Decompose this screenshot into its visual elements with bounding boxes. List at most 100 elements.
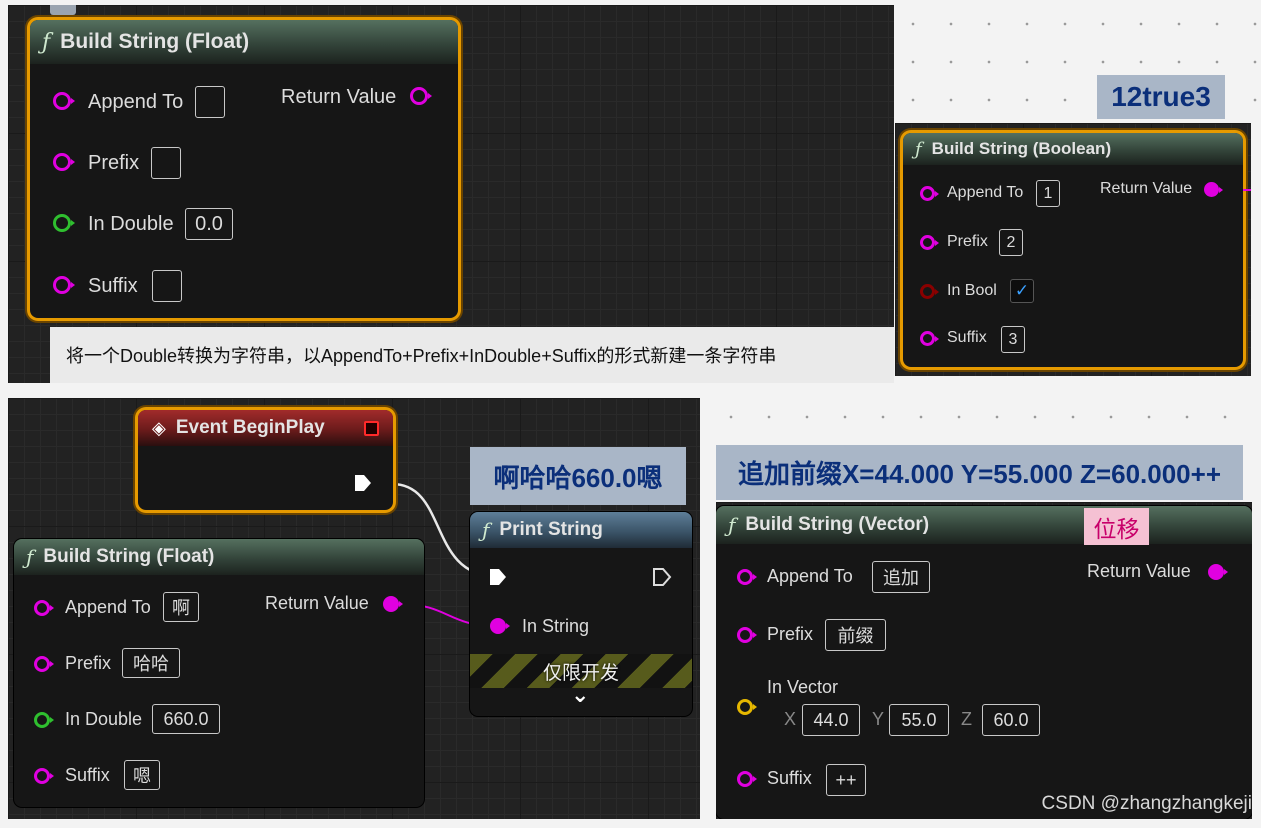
dev-only-text: 仅限开发 (542, 662, 619, 684)
suffix-pin[interactable] (53, 276, 75, 294)
suffix-label: Suffix (947, 329, 987, 346)
in-vector-pin[interactable] (737, 699, 757, 715)
event-title: Event BeginPlay (175, 417, 325, 438)
return-value-label: Return Value (281, 86, 397, 108)
function-icon: ƒ (42, 29, 51, 55)
append-to-field[interactable]: 啊 (163, 592, 199, 622)
dotted-background (712, 398, 1261, 444)
z-label: Z (961, 709, 972, 729)
watermark: CSDN @zhangzhangkeji (1041, 793, 1252, 814)
prefix-label: Prefix (88, 152, 140, 174)
suffix-pin[interactable] (34, 768, 54, 784)
append-to-label: Append To (767, 566, 853, 586)
in-vector-label: In Vector (767, 677, 839, 697)
node-header[interactable]: ◈ Event BeginPlay (138, 410, 393, 446)
vector-x-field[interactable]: 44.0 (802, 704, 860, 736)
expand-chevron-icon[interactable]: ⌄ (571, 682, 589, 708)
prefix-pin[interactable] (737, 627, 757, 643)
return-value-pin[interactable] (383, 596, 403, 612)
node-title: Build String (Float) (43, 546, 215, 567)
prefix-label: Prefix (947, 233, 988, 250)
suffix-field[interactable]: 嗯 (124, 760, 160, 790)
in-string-label: In String (522, 616, 590, 636)
prefix-pin[interactable] (34, 656, 54, 672)
print-string-node[interactable]: ƒ Print String In String 仅限开发 ⌄ (470, 512, 692, 716)
in-double-pin[interactable] (34, 712, 54, 728)
delegate-pin[interactable] (364, 421, 379, 436)
in-double-label: In Double (88, 213, 174, 235)
output-bubble: 12true3 (1097, 75, 1225, 119)
append-to-field[interactable]: 追加 (872, 561, 930, 593)
node-header[interactable]: ƒ Build String (Vector) (716, 506, 1252, 544)
node-header[interactable]: ƒ Build String (Float) (30, 20, 458, 64)
description-caption: 将一个Double转换为字符串，以AppendTo+Prefix+InDoubl… (50, 327, 894, 383)
prefix-pin[interactable] (920, 235, 939, 250)
prefix-field[interactable]: 哈哈 (122, 648, 180, 678)
prefix-pin[interactable] (53, 153, 75, 171)
graph-panel-boolean: ƒ Build String (Boolean) Append To 1 Ret… (895, 123, 1251, 376)
return-value-label: Return Value (1100, 180, 1193, 197)
append-to-label: Append To (65, 597, 151, 617)
in-string-pin[interactable] (490, 618, 510, 634)
build-string-float-node[interactable]: ƒ Build String (Float) Append To Return … (30, 20, 458, 318)
prefix-field[interactable] (151, 147, 181, 179)
append-to-label: Append To (88, 91, 184, 113)
suffix-label: Suffix (88, 275, 138, 297)
return-value-pin[interactable] (1204, 182, 1223, 197)
y-label: Y (872, 709, 885, 729)
exec-out-pin[interactable] (353, 473, 373, 493)
append-to-field[interactable]: 1 (1036, 180, 1060, 207)
prefix-field[interactable]: 2 (999, 229, 1023, 256)
vector-z-field[interactable]: 60.0 (982, 704, 1040, 736)
in-double-pin[interactable] (53, 214, 75, 232)
exec-out-pin[interactable] (652, 567, 672, 587)
in-double-field[interactable]: 660.0 (152, 704, 220, 734)
prefix-label: Prefix (767, 624, 814, 644)
build-string-boolean-node[interactable]: ƒ Build String (Boolean) Append To 1 Ret… (903, 133, 1243, 367)
node-title: Print String (499, 519, 603, 540)
function-icon: ƒ (482, 518, 490, 542)
node-header[interactable]: ƒ Build String (Boolean) (903, 133, 1243, 165)
in-bool-pin[interactable] (920, 284, 939, 299)
event-beginplay-node[interactable]: ◈ Event BeginPlay (138, 410, 393, 510)
append-to-field[interactable] (195, 86, 225, 118)
in-double-field[interactable]: 0.0 (185, 208, 233, 240)
event-icon: ◈ (152, 417, 166, 438)
build-string-float-node-2[interactable]: ƒ Build String (Float) Append To 啊 Retur… (14, 539, 424, 807)
append-to-pin[interactable] (737, 569, 757, 585)
in-double-label: In Double (65, 709, 143, 729)
suffix-field[interactable] (152, 270, 182, 302)
function-icon: ƒ (915, 138, 922, 160)
append-to-pin[interactable] (53, 92, 75, 110)
in-bool-checkbox[interactable]: ✓ (1010, 279, 1034, 303)
in-bool-label: In Bool (947, 282, 997, 299)
x-label: X (784, 709, 797, 729)
return-value-pin[interactable] (410, 87, 432, 105)
suffix-field[interactable]: ++ (826, 764, 866, 796)
return-value-pin[interactable] (1208, 564, 1228, 580)
suffix-label: Suffix (767, 768, 812, 788)
node-title: Build String (Boolean) (931, 139, 1112, 158)
append-to-pin[interactable] (34, 600, 54, 616)
return-value-label: Return Value (1087, 561, 1191, 581)
append-to-label: Append To (947, 184, 1024, 201)
node-header[interactable]: ƒ Build String (Float) (14, 539, 424, 575)
exec-in-pin[interactable] (488, 567, 508, 587)
function-icon: ƒ (728, 513, 736, 537)
node-header[interactable]: ƒ Print String (470, 512, 692, 548)
suffix-field[interactable]: 3 (1001, 326, 1025, 353)
return-wire (1243, 189, 1251, 191)
node-title: Build String (Float) (60, 30, 250, 53)
caption-text: 将一个Double转换为字符串，以AppendTo+Prefix+InDoubl… (66, 346, 777, 366)
prefix-label: Prefix (65, 653, 112, 673)
vector-y-field[interactable]: 55.0 (889, 704, 949, 736)
function-icon: ƒ (26, 545, 34, 569)
suffix-pin[interactable] (920, 331, 939, 346)
suffix-pin[interactable] (737, 771, 757, 787)
vector-tag: 位移 (1084, 508, 1149, 545)
append-to-pin[interactable] (920, 186, 939, 201)
build-string-vector-node[interactable]: ƒ Build String (Vector) 位移 Append To 追加 … (716, 506, 1252, 819)
return-value-label: Return Value (265, 593, 369, 613)
prefix-field[interactable]: 前缀 (825, 619, 886, 651)
comment-icon (50, 5, 76, 15)
